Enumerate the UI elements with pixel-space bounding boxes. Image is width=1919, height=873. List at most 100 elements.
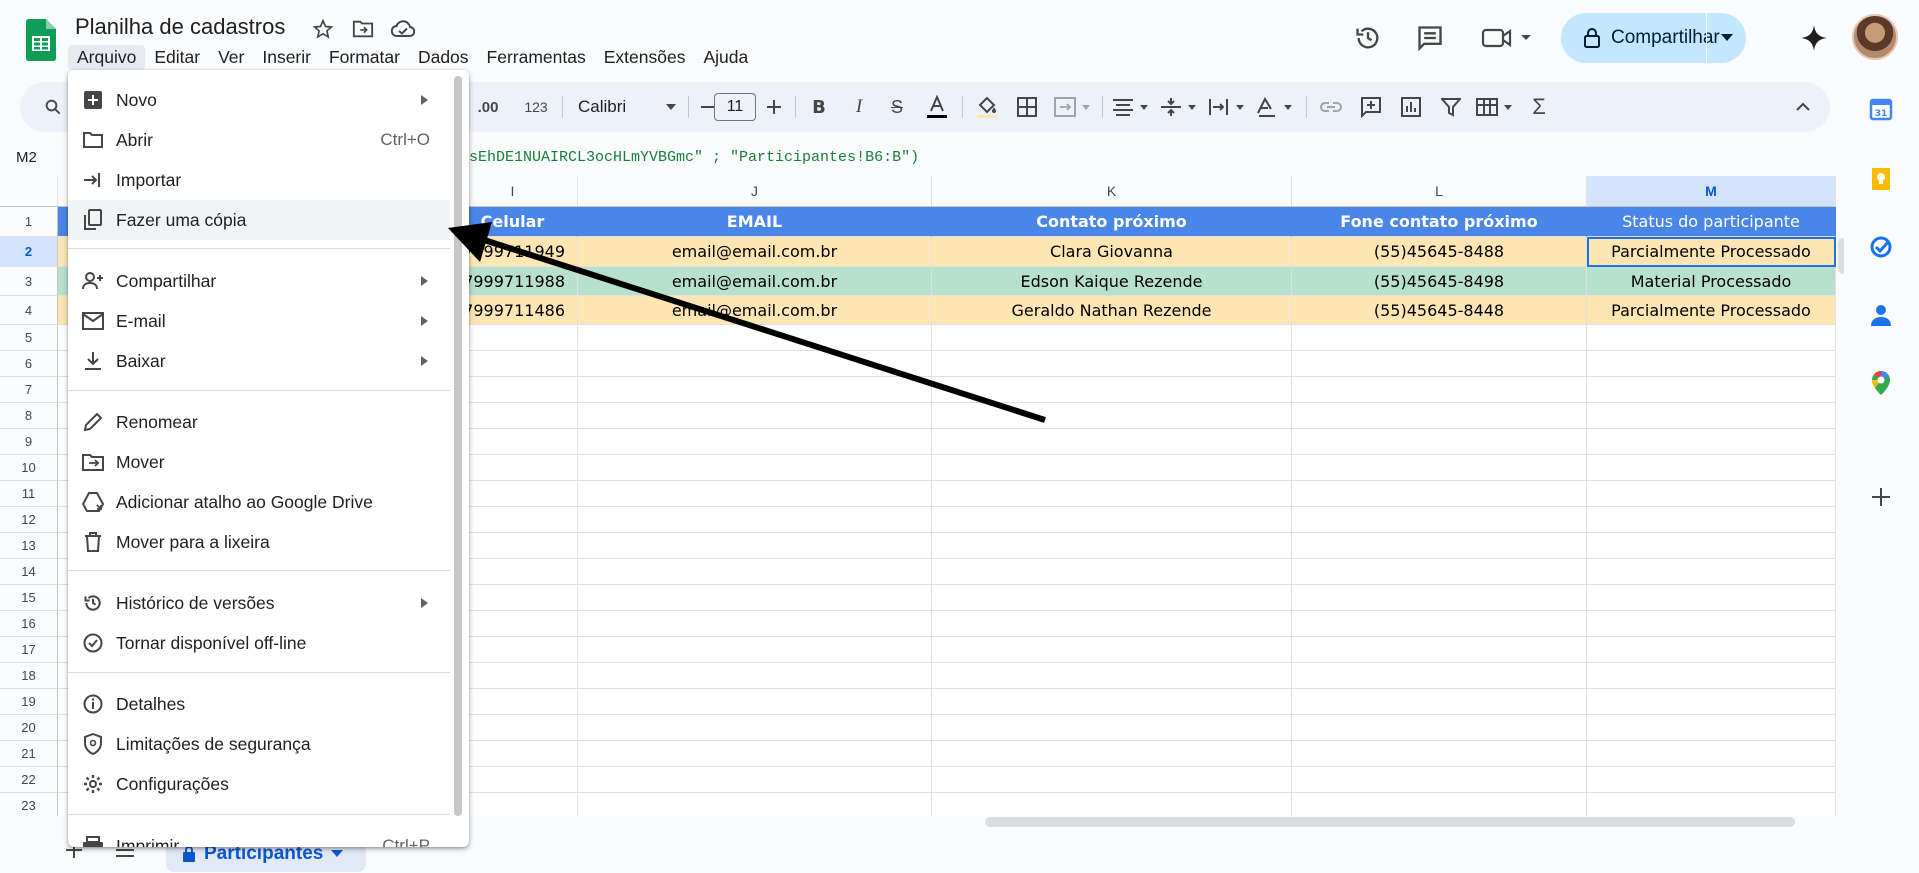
row-header[interactable]: 12 [0, 507, 58, 533]
strikethrough-icon[interactable]: S [883, 92, 911, 122]
add-addon-icon[interactable] [1866, 482, 1896, 512]
menu-item-mover-para-a-lixeira[interactable]: Mover para a lixeira [68, 522, 450, 562]
empty-cell[interactable] [1292, 429, 1587, 455]
move-folder-icon[interactable] [350, 16, 376, 42]
formula-input[interactable]: ysEhDE1NUAIRCL3ocHLmYVBGmc" ; "Participa… [460, 149, 919, 166]
column-header-k[interactable]: K [932, 176, 1292, 207]
empty-cell[interactable] [1292, 637, 1587, 663]
row-header[interactable]: 6 [0, 351, 58, 377]
empty-cell[interactable] [932, 559, 1292, 585]
row-header[interactable]: 1 [0, 207, 58, 237]
menu-item-baixar[interactable]: Baixar [68, 341, 450, 381]
row-header[interactable]: 23 [0, 793, 58, 816]
empty-cell[interactable] [578, 351, 932, 377]
filter-views-icon[interactable] [1474, 92, 1518, 122]
empty-cell[interactable] [1292, 741, 1587, 767]
row-header[interactable]: 10 [0, 455, 58, 481]
empty-cell[interactable] [1587, 559, 1836, 585]
text-color-icon[interactable] [922, 92, 952, 122]
text-rotation-icon[interactable] [1254, 92, 1298, 122]
header-contato[interactable]: Contato próximo [932, 207, 1292, 237]
menu-ver[interactable]: Ver [209, 45, 253, 70]
empty-cell[interactable] [578, 481, 932, 507]
empty-cell[interactable] [932, 455, 1292, 481]
row-header[interactable]: 5 [0, 325, 58, 351]
empty-cell[interactable] [1292, 507, 1587, 533]
empty-cell[interactable] [932, 377, 1292, 403]
empty-cell[interactable] [578, 507, 932, 533]
row-header[interactable]: 19 [0, 689, 58, 715]
menu-item-tornar-disponivel-off-line[interactable]: Tornar disponível off-line [68, 623, 450, 663]
empty-cell[interactable] [1587, 767, 1836, 793]
empty-cell[interactable] [578, 585, 932, 611]
row-header[interactable]: 3 [0, 267, 58, 296]
tasks-icon[interactable] [1866, 232, 1896, 262]
empty-cell[interactable] [1587, 403, 1836, 429]
calendar-icon[interactable]: 31 [1866, 94, 1896, 124]
empty-cell[interactable] [1587, 429, 1836, 455]
filter-icon[interactable] [1436, 92, 1466, 122]
row-header[interactable]: 7 [0, 377, 58, 403]
empty-cell[interactable] [1587, 351, 1836, 377]
empty-cell[interactable] [932, 585, 1292, 611]
merge-cells-icon[interactable] [1052, 92, 1096, 122]
menu-item-configuracoes[interactable]: Configurações [68, 764, 450, 804]
header-email[interactable]: EMAIL [578, 207, 932, 237]
empty-cell[interactable] [1587, 715, 1836, 741]
empty-cell[interactable] [578, 455, 932, 481]
empty-cell[interactable] [1587, 793, 1836, 816]
empty-cell[interactable] [932, 715, 1292, 741]
empty-cell[interactable] [1292, 663, 1587, 689]
column-header-j[interactable]: J [578, 176, 932, 207]
header-status[interactable]: Status do participante [1587, 207, 1836, 237]
empty-cell[interactable] [1292, 351, 1587, 377]
horizontal-align-icon[interactable] [1110, 92, 1154, 122]
row-header[interactable]: 8 [0, 403, 58, 429]
cell-contato[interactable]: Edson Kaique Rezende [932, 267, 1292, 296]
empty-cell[interactable] [932, 767, 1292, 793]
row-header[interactable]: 21 [0, 741, 58, 767]
empty-cell[interactable] [1292, 325, 1587, 351]
empty-cell[interactable] [1292, 793, 1587, 816]
cell-email[interactable]: email@email.com.br [578, 237, 932, 267]
cell-email[interactable]: email@email.com.br [578, 296, 932, 325]
row-header[interactable]: 22 [0, 767, 58, 793]
empty-cell[interactable] [578, 741, 932, 767]
menu-dados[interactable]: Dados [409, 45, 478, 70]
empty-cell[interactable] [932, 481, 1292, 507]
functions-sigma-icon[interactable]: Σ [1524, 92, 1554, 122]
empty-cell[interactable] [578, 663, 932, 689]
keep-icon[interactable] [1866, 164, 1896, 194]
empty-cell[interactable] [932, 403, 1292, 429]
menu-item-importar[interactable]: Importar [68, 160, 450, 200]
comments-icon[interactable] [1410, 18, 1450, 58]
empty-cell[interactable] [1587, 507, 1836, 533]
menu-ferramentas[interactable]: Ferramentas [478, 45, 595, 70]
text-wrapping-icon[interactable] [1206, 92, 1250, 122]
menu-item-novo[interactable]: Novo [68, 80, 450, 120]
borders-icon[interactable] [1012, 92, 1042, 122]
row-header[interactable]: 4 [0, 296, 58, 325]
empty-cell[interactable] [932, 507, 1292, 533]
empty-cell[interactable] [578, 403, 932, 429]
empty-cell[interactable] [578, 325, 932, 351]
empty-cell[interactable] [578, 715, 932, 741]
empty-cell[interactable] [1587, 689, 1836, 715]
share-button[interactable]: Compartilhar [1561, 13, 1746, 63]
menu-scrollbar[interactable] [454, 76, 462, 816]
empty-cell[interactable] [1292, 533, 1587, 559]
empty-cell[interactable] [1587, 481, 1836, 507]
empty-cell[interactable] [1292, 559, 1587, 585]
menu-item-adicionar-atalho-ao-google-drive[interactable]: Adicionar atalho ao Google Drive [68, 482, 450, 522]
empty-cell[interactable] [932, 611, 1292, 637]
row-header[interactable]: 11 [0, 481, 58, 507]
empty-cell[interactable] [932, 429, 1292, 455]
cell-status[interactable]: Parcialmente Processado [1587, 296, 1836, 325]
empty-cell[interactable] [1292, 585, 1587, 611]
menu-item-fazer-uma-copia[interactable]: Fazer uma cópia [68, 200, 450, 240]
empty-cell[interactable] [578, 429, 932, 455]
menu-ajuda[interactable]: Ajuda [694, 45, 757, 70]
cell-fone[interactable]: (55)45645-8448 [1292, 296, 1587, 325]
version-history-icon[interactable] [1348, 18, 1388, 58]
select-all-corner[interactable] [0, 176, 58, 207]
